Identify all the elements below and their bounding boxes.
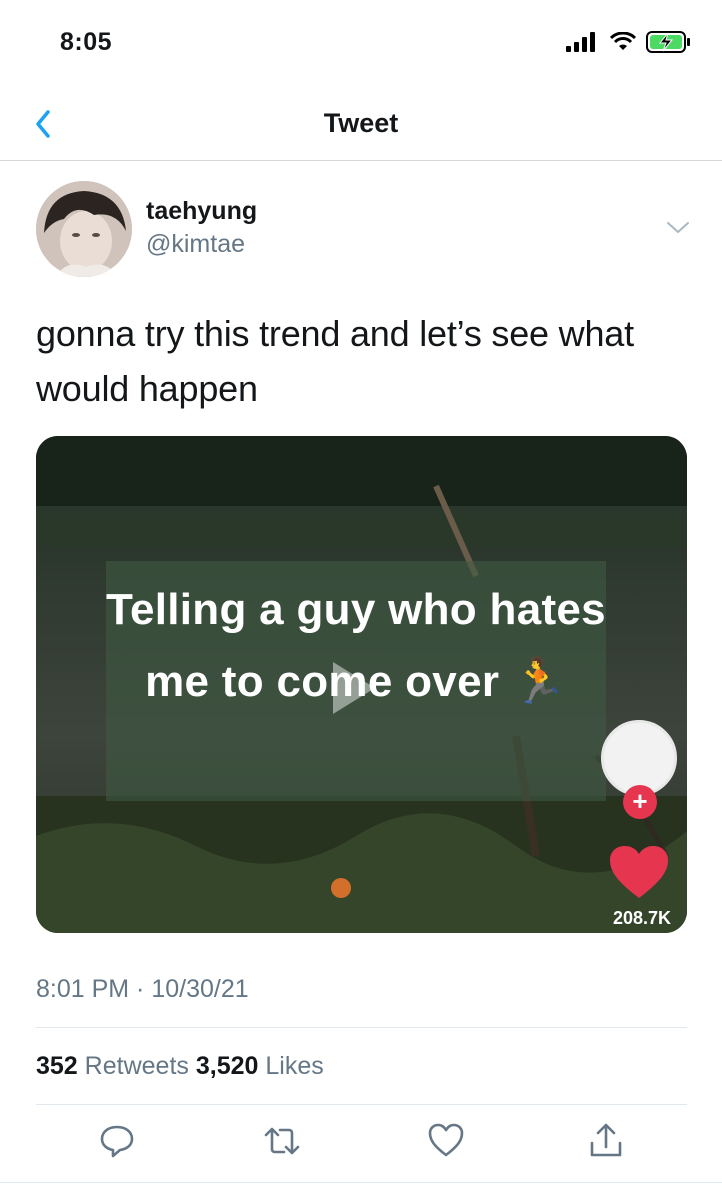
retweets-count[interactable]: 352 xyxy=(36,1052,78,1080)
avatar[interactable] xyxy=(36,181,132,277)
tiktok-like-count: 208.7K xyxy=(612,908,671,928)
signal-icon xyxy=(566,32,595,52)
nav-bar: Tweet xyxy=(0,88,722,161)
reply-icon[interactable] xyxy=(97,1121,137,1161)
tiktok-follow-plus-icon: + xyxy=(623,785,657,819)
divider xyxy=(36,1027,687,1028)
likes-count[interactable]: 3,520 xyxy=(196,1052,259,1080)
divider xyxy=(36,1104,687,1105)
retweet-icon[interactable] xyxy=(262,1121,302,1161)
author-handle[interactable]: @kimtae xyxy=(146,230,245,259)
play-icon[interactable] xyxy=(329,658,379,718)
chevron-down-icon[interactable] xyxy=(664,218,692,238)
status-time: 8:05 xyxy=(60,28,113,56)
share-icon[interactable] xyxy=(586,1121,626,1161)
tiktok-heart-icon xyxy=(610,846,668,898)
tweet-video[interactable]: Telling a guy who hates me to come over … xyxy=(36,436,687,933)
wifi-icon xyxy=(610,32,636,50)
tweet-text: gonna try this trend and let’s see what … xyxy=(36,313,634,409)
divider xyxy=(0,1182,722,1183)
page-title: Tweet xyxy=(323,108,399,138)
retweets-label[interactable]: Retweets xyxy=(85,1052,189,1080)
status-icons xyxy=(566,30,692,54)
battery-charging-icon xyxy=(646,31,690,53)
author-name[interactable]: taehyung xyxy=(146,197,257,226)
tweet-stats: 352 Retweets 3,520 Likes xyxy=(36,1052,324,1081)
tweet-timestamp: 8:01 PM · 10/30/21 xyxy=(36,975,249,1003)
likes-label[interactable]: Likes xyxy=(265,1052,323,1080)
heart-icon[interactable] xyxy=(426,1121,466,1161)
